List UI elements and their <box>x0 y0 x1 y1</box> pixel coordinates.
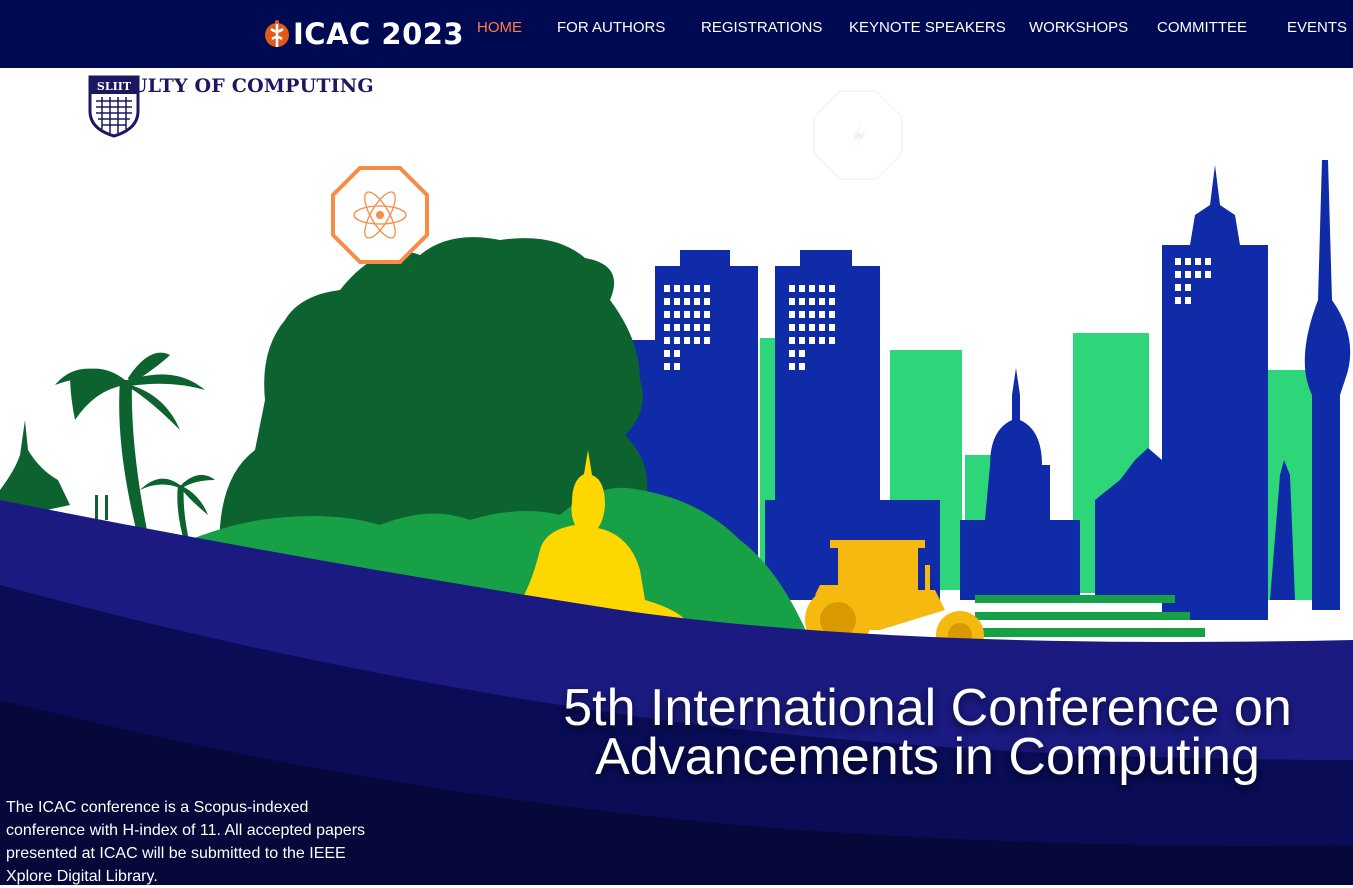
nav-home[interactable]: HOME <box>477 19 522 36</box>
sliit-crest-icon: SLIIT <box>88 75 140 138</box>
brand-logo[interactable]: ICAC 2023 <box>263 14 464 54</box>
garden-stripes <box>975 595 1205 637</box>
lightning-icon <box>813 90 903 180</box>
nav-for-authors[interactable]: FOR AUTHORS <box>557 19 665 36</box>
faculty-logo[interactable]: SLIIT FACULTY OF COMPUTING <box>88 75 374 138</box>
atom-icon <box>331 166 429 264</box>
top-navbar: ICAC 2023 HOME FOR AUTHORS REGISTRATIONS… <box>0 0 1353 68</box>
brand-title: ICAC 2023 <box>293 17 465 51</box>
conference-description: The ICAC conference is a Scopus-indexed … <box>6 799 366 885</box>
nav-keynote-speakers[interactable]: KEYNOTE SPEAKERS <box>849 19 1006 36</box>
nav-committee[interactable]: COMMITTEE <box>1157 19 1247 36</box>
svg-text:SLIIT: SLIIT <box>97 80 132 93</box>
hero-title: 5th International Conference on Advancem… <box>520 679 1335 786</box>
hero-banner: SLIIT FACULTY OF COMPUTING 5th Internati… <box>0 68 1353 885</box>
hero-title-line2: Advancements in Computing <box>595 728 1260 786</box>
icac-logo-icon <box>265 20 289 47</box>
nav-registrations[interactable]: REGISTRATIONS <box>701 19 822 36</box>
nav-workshops[interactable]: WORKSHOPS <box>1029 19 1128 36</box>
hero-title-line1: 5th International Conference on <box>563 679 1292 737</box>
nav-events[interactable]: EVENTS <box>1287 19 1347 36</box>
